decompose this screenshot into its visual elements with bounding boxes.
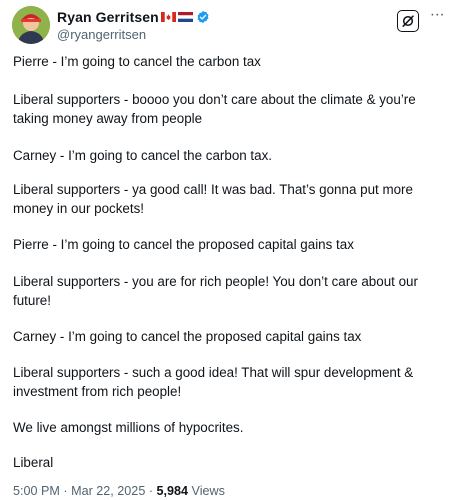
- more-icon: ···: [429, 6, 445, 23]
- tweet-paragraph: Liberal supporters - ya good call! It wa…: [13, 182, 413, 216]
- author-handle[interactable]: @ryangerritsen: [57, 27, 146, 42]
- tweet-paragraph: We live amongst millions of hypocrites.: [13, 420, 244, 435]
- more-options-button[interactable]: ···: [427, 7, 447, 27]
- grok-button[interactable]: [397, 10, 419, 32]
- tweet-paragraph: Carney - I’m going to cancel the propose…: [13, 329, 362, 344]
- views-label: Views: [191, 484, 225, 498]
- author-name-row: Ryan Gerritsen: [57, 8, 210, 26]
- avatar[interactable]: [12, 6, 50, 44]
- netherlands-flag-icon: [177, 12, 193, 22]
- tweet-meta: 5:00 PM · Mar 22, 2025 · 5,984 Views: [13, 484, 225, 498]
- tweet-paragraph: Pierre - I’m going to cancel the carbon …: [13, 54, 261, 69]
- tweet-paragraph: Carney - I’m going to cancel the carbon …: [13, 148, 273, 163]
- tweet-paragraph: Liberal supporters - you are for rich pe…: [13, 274, 418, 308]
- tweet-paragraph: Liberal supporters - boooo you don’t car…: [13, 92, 416, 126]
- meta-separator: ·: [63, 484, 68, 498]
- avatar-image: [12, 6, 50, 44]
- tweet-paragraph: Pierre - I’m going to cancel the propose…: [13, 237, 354, 252]
- verified-badge-icon: [197, 10, 209, 24]
- author-flags: [160, 12, 193, 22]
- author-display-name[interactable]: Ryan Gerritsen: [57, 9, 159, 25]
- tweet-paragraph: Liberal supporters - such a good idea! T…: [13, 365, 414, 399]
- tweet-date[interactable]: Mar 22, 2025: [71, 484, 145, 498]
- grok-icon: [402, 15, 414, 27]
- canada-flag-icon: [160, 12, 176, 22]
- tweet-header: Ryan Gerritsen @ryangerritsen ···: [0, 0, 457, 50]
- meta-separator: ·: [148, 484, 154, 498]
- views-count: 5,984: [156, 484, 189, 498]
- tweet-time[interactable]: 5:00 PM: [13, 484, 60, 498]
- tweet-paragraph: Liberal: [13, 455, 54, 470]
